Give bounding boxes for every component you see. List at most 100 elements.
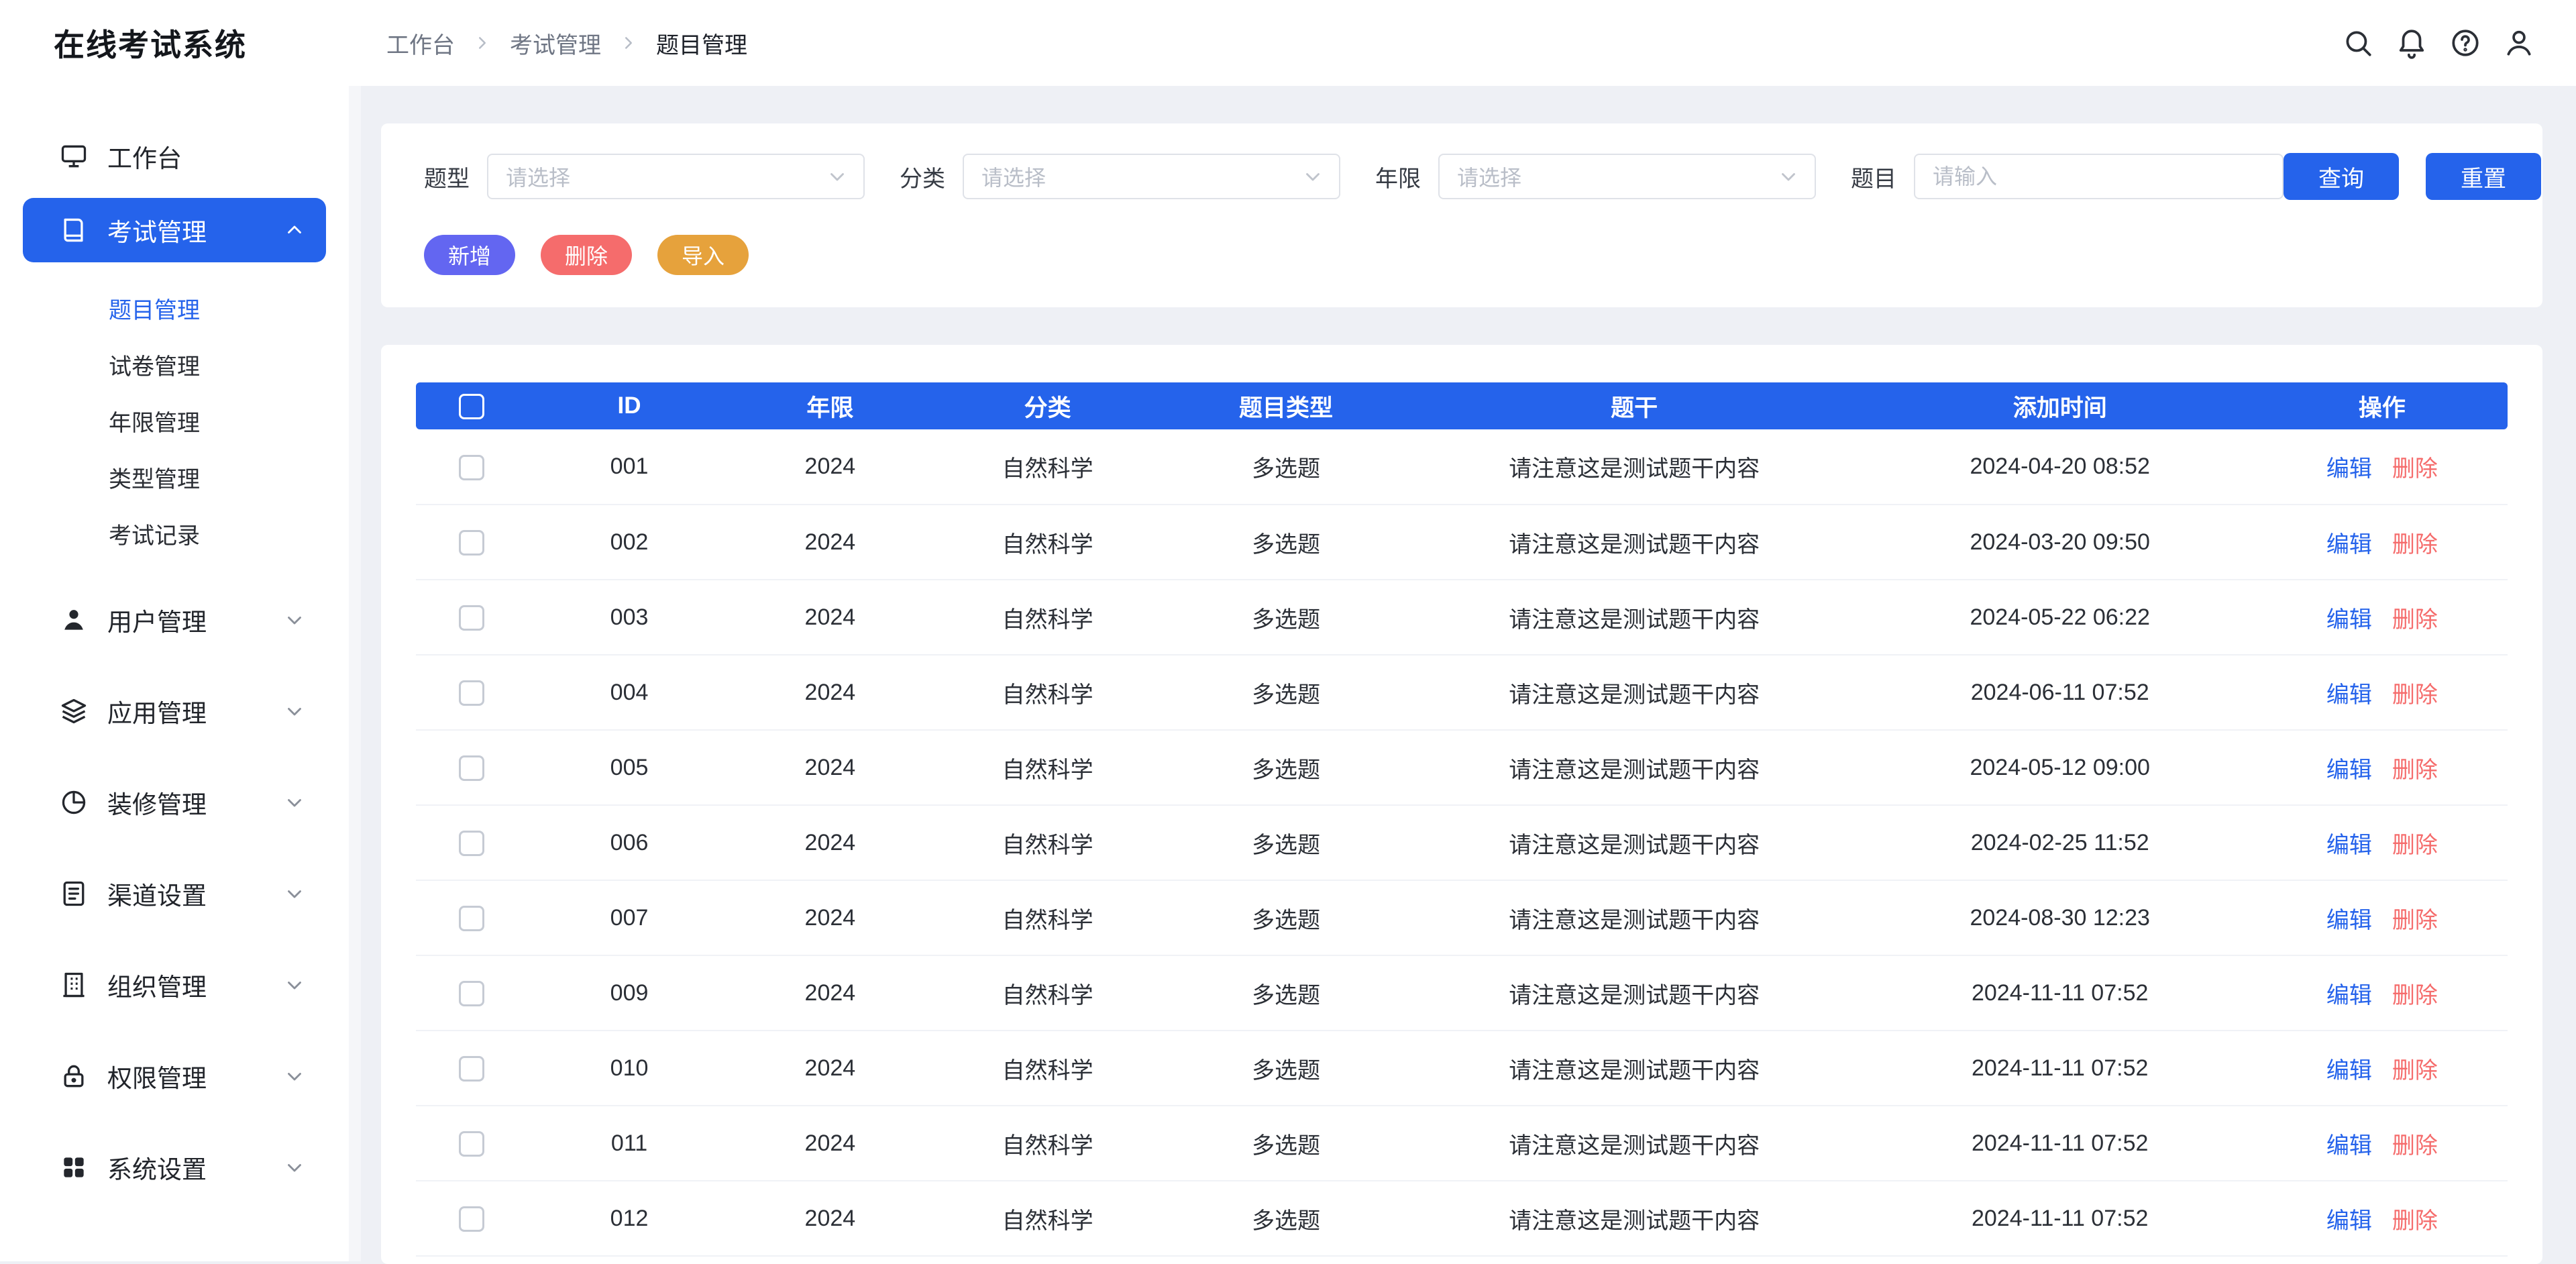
select-all-checkbox[interactable] [459,394,484,419]
cell-question-type: 多选题 [1167,580,1405,655]
select-placeholder: 请选择 [981,161,1046,192]
delete-link[interactable]: 删除 [2392,757,2438,783]
cell-category: 自然科学 [928,880,1167,955]
add-button[interactable]: 新增 [424,235,515,275]
row-checkbox[interactable] [459,530,484,556]
chevron-up-icon [283,219,306,242]
delete-link[interactable]: 删除 [2392,532,2438,558]
edit-link[interactable]: 编辑 [2326,833,2372,858]
delete-link[interactable]: 删除 [2392,833,2438,858]
question-type-select[interactable]: 请选择 [487,154,865,199]
sidebar-subitem-year-management[interactable]: 年限管理 [0,392,349,449]
cell-actions: 编辑删除 [2257,1106,2508,1181]
table-row: 012 2024 自然科学 多选题 请注意这是测试题干内容 2024-11-11… [416,1181,2508,1256]
sidebar-subitem-question-management[interactable]: 题目管理 [0,280,349,336]
breadcrumb-item-question-management: 题目管理 [656,27,747,60]
edit-link[interactable]: 编辑 [2326,908,2372,933]
delete-link[interactable]: 删除 [2392,456,2438,482]
sidebar-item-app-management[interactable]: 应用管理 [23,679,326,743]
sidebar-item-decoration-management[interactable]: 装修管理 [23,770,326,835]
delete-link[interactable]: 删除 [2392,1133,2438,1159]
row-checkbox[interactable] [459,755,484,781]
edit-link[interactable]: 编辑 [2326,757,2372,783]
delete-link[interactable]: 删除 [2392,1058,2438,1084]
sidebar-subitem-type-management[interactable]: 类型管理 [0,449,349,505]
import-button[interactable]: 导入 [657,235,749,275]
user-icon[interactable] [2502,26,2536,60]
edit-link[interactable]: 编辑 [2326,607,2372,633]
cell-year: 2024 [732,1031,928,1106]
row-checkbox[interactable] [459,981,484,1006]
question-label: 题目 [1851,160,1896,193]
cell-added-time: 2024-05-22 06:22 [1864,580,2257,655]
delete-link[interactable]: 删除 [2392,983,2438,1008]
category-select[interactable]: 请选择 [963,154,1340,199]
cell-year: 2024 [732,955,928,1031]
help-icon[interactable] [2449,26,2482,60]
delete-link[interactable]: 删除 [2392,607,2438,633]
sidebar-item-user-management[interactable]: 用户管理 [23,588,326,652]
row-checkbox[interactable] [459,1056,484,1082]
top-header: 在线考试系统 工作台 考试管理 题目管理 [0,0,2576,86]
edit-link[interactable]: 编辑 [2326,1133,2372,1159]
edit-link[interactable]: 编辑 [2326,1208,2372,1234]
cell-question-type: 多选题 [1167,1031,1405,1106]
cell-year: 2024 [732,429,928,505]
cell-added-time: 2024-11-11 07:52 [1864,955,2257,1031]
delete-link[interactable]: 删除 [2392,908,2438,933]
cell-stem: 请注意这是测试题干内容 [1405,1031,1864,1106]
bulk-actions-row: 新增 删除 导入 [424,235,2513,275]
table-row: 003 2024 自然科学 多选题 请注意这是测试题干内容 2024-05-22… [416,580,2508,655]
cell-stem: 请注意这是测试题干内容 [1405,505,1864,580]
sidebar-item-exam-management[interactable]: 考试管理 [23,198,326,262]
cell-category: 自然科学 [928,1106,1167,1181]
sidebar-item-label: 权限管理 [107,1058,207,1094]
sidebar-subitem-paper-management[interactable]: 试卷管理 [0,336,349,392]
cell-stem: 请注意这是测试题干内容 [1405,1106,1864,1181]
delete-link[interactable]: 删除 [2392,682,2438,708]
cell-actions: 编辑删除 [2257,655,2508,730]
row-checkbox-cell [416,580,527,655]
edit-link[interactable]: 编辑 [2326,983,2372,1008]
row-checkbox[interactable] [459,1131,484,1157]
sidebar-item-label: 系统设置 [107,1149,207,1186]
edit-link[interactable]: 编辑 [2326,682,2372,708]
row-checkbox[interactable] [459,831,484,856]
row-checkbox-cell [416,429,527,505]
edit-link[interactable]: 编辑 [2326,456,2372,482]
row-checkbox[interactable] [459,906,484,931]
row-checkbox-cell [416,1106,527,1181]
table-row: 006 2024 自然科学 多选题 请注意这是测试题干内容 2024-02-25… [416,805,2508,880]
question-keyword-input[interactable] [1914,154,2284,199]
row-checkbox[interactable] [459,1206,484,1232]
cell-added-time: 2024-04-20 08:52 [1864,429,2257,505]
sidebar-item-channel-settings[interactable]: 渠道设置 [23,861,326,926]
bell-icon[interactable] [2395,26,2428,60]
search-icon[interactable] [2341,26,2375,60]
cell-id: 011 [527,1106,732,1181]
breadcrumb-item-exam-management[interactable]: 考试管理 [510,27,601,60]
question-table-panel: ID 年限 分类 题目类型 题干 添加时间 操作 001 2024 自然科学 [381,345,2542,1264]
row-checkbox[interactable] [459,680,484,706]
breadcrumb-item-workbench[interactable]: 工作台 [386,27,455,60]
edit-link[interactable]: 编辑 [2326,1058,2372,1084]
sidebar-subitem-exam-records[interactable]: 考试记录 [0,505,349,562]
exam-management-submenu: 题目管理 试卷管理 年限管理 类型管理 考试记录 [0,262,349,578]
cell-actions: 编辑删除 [2257,580,2508,655]
row-checkbox[interactable] [459,605,484,631]
reset-button[interactable]: 重置 [2426,153,2541,200]
delete-link[interactable]: 删除 [2392,1208,2438,1234]
sidebar-item-system-settings[interactable]: 系统设置 [23,1135,326,1200]
document-list-icon [59,879,89,908]
cell-category: 自然科学 [928,805,1167,880]
sidebar-item-organization-management[interactable]: 组织管理 [23,953,326,1017]
cell-added-time: 2024-05-12 09:00 [1864,730,2257,805]
sidebar-item-label: 工作台 [107,138,182,174]
row-checkbox[interactable] [459,455,484,480]
sidebar-item-permission-management[interactable]: 权限管理 [23,1044,326,1108]
query-button[interactable]: 查询 [2284,153,2399,200]
year-select[interactable]: 请选择 [1438,154,1816,199]
edit-link[interactable]: 编辑 [2326,532,2372,558]
delete-button[interactable]: 删除 [541,235,632,275]
sidebar-item-workbench[interactable]: 工作台 [23,124,326,189]
